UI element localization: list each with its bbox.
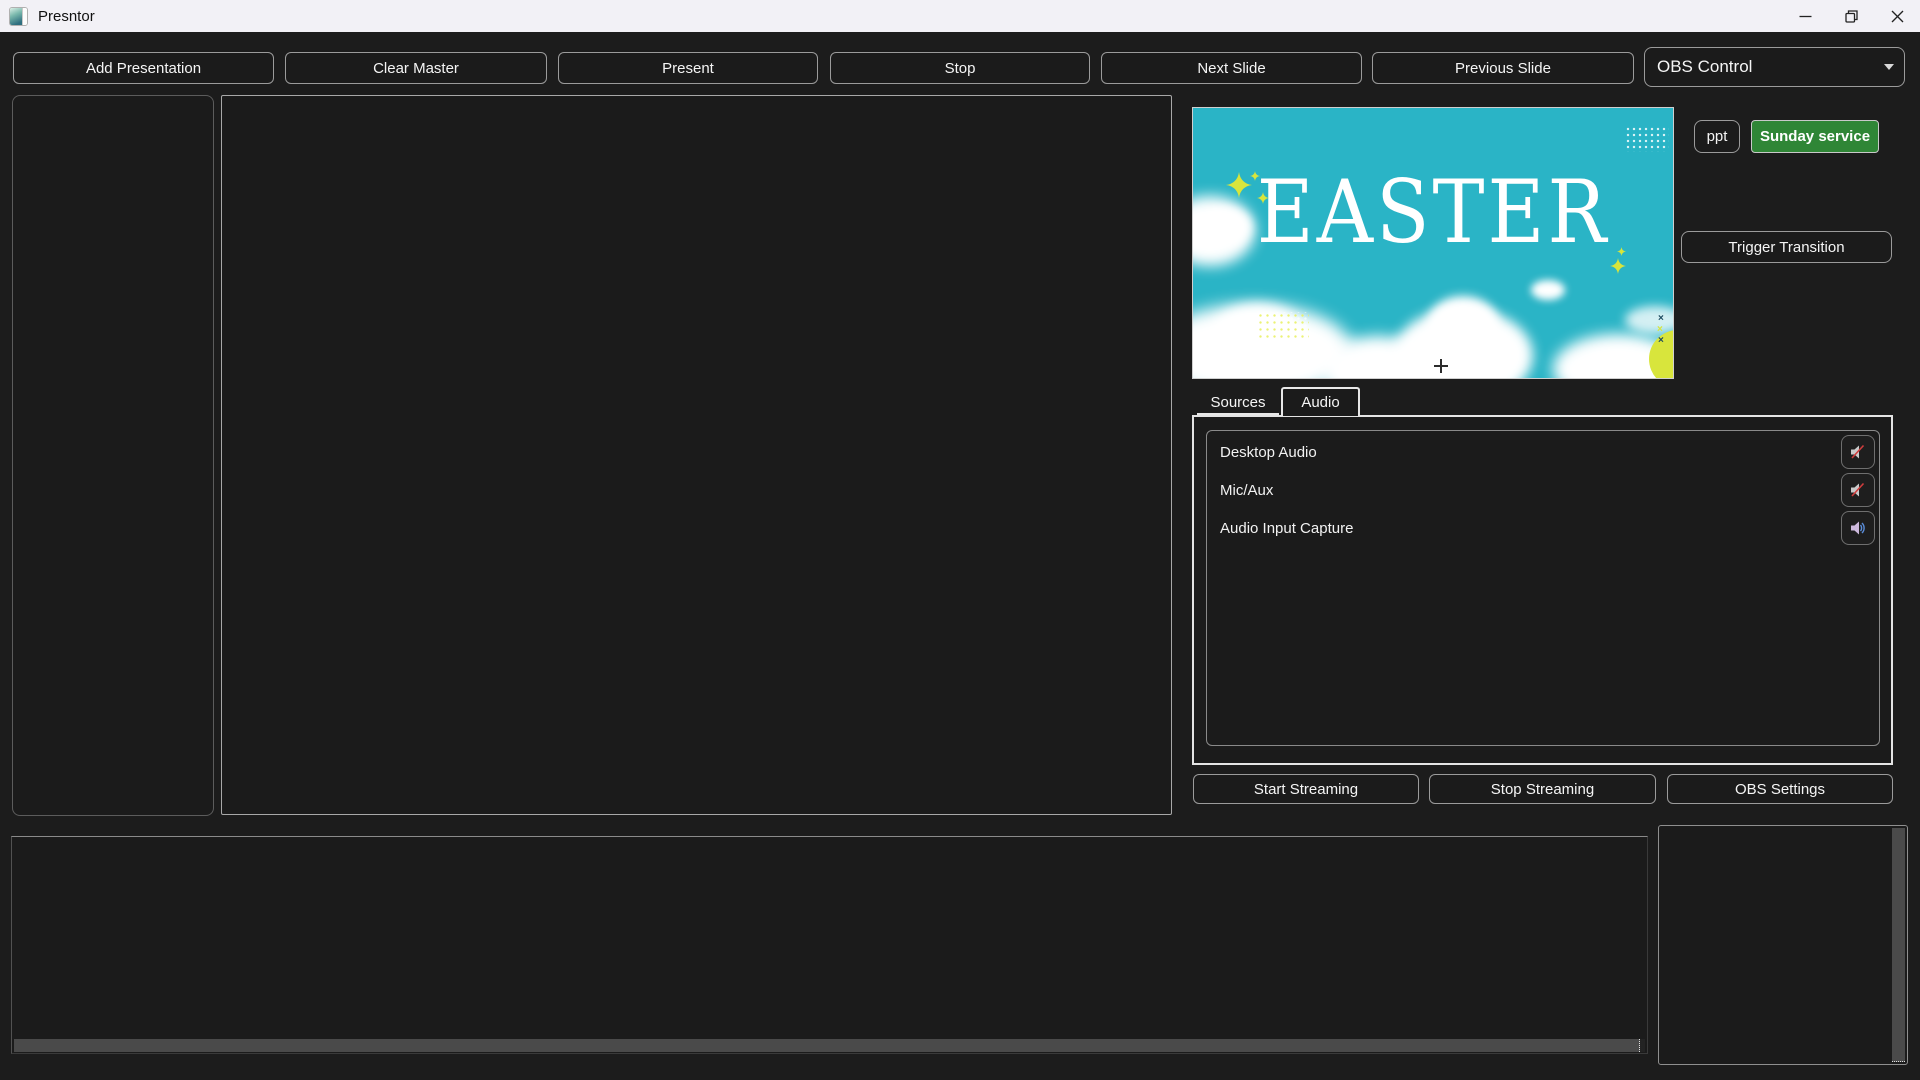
cloud-shape [1428, 296, 1498, 351]
presentation-type-badge[interactable]: ppt [1694, 120, 1740, 153]
trigger-transition-button[interactable]: Trigger Transition [1681, 231, 1892, 263]
horizontal-scrollbar-thumb[interactable] [14, 1039, 1640, 1052]
sparkle-icon [1617, 247, 1626, 256]
dot-grid-decoration [1257, 312, 1309, 342]
add-presentation-button[interactable]: Add Presentation [13, 52, 274, 84]
start-streaming-button[interactable]: Start Streaming [1193, 774, 1419, 804]
audio-source-list[interactable]: Desktop Audio Mic/Aux Audio Input Captur… [1206, 430, 1880, 746]
slide-title-text: EASTER [1193, 169, 1673, 256]
restore-icon [1845, 10, 1858, 23]
cloud-shape [1531, 280, 1565, 300]
tab-sources[interactable]: Sources [1197, 391, 1279, 415]
speaker-icon [1850, 520, 1866, 536]
next-slide-button[interactable]: Next Slide [1101, 52, 1362, 84]
sparkle-icon [1257, 192, 1269, 204]
x-decoration: × [1658, 314, 1664, 324]
audio-source-row[interactable]: Mic/Aux [1207, 471, 1879, 509]
muted-speaker-icon [1850, 482, 1866, 498]
window-controls [1782, 0, 1920, 32]
close-icon [1891, 10, 1904, 23]
horizontal-scrollbar[interactable] [14, 1039, 1645, 1052]
present-button[interactable]: Present [558, 52, 818, 84]
x-decoration: × [1658, 336, 1664, 346]
playlist-badge[interactable]: Sunday service [1751, 120, 1879, 153]
app-icon [9, 7, 28, 26]
tab-audio[interactable]: Audio [1281, 387, 1360, 416]
mute-toggle-button[interactable] [1841, 511, 1875, 545]
window-title: Presntor [38, 8, 95, 25]
slide-view-panel[interactable] [221, 95, 1172, 815]
audio-source-name: Audio Input Capture [1220, 520, 1353, 537]
bottom-content-panel[interactable] [11, 836, 1648, 1054]
obs-control-label: OBS Control [1657, 57, 1752, 77]
stop-button[interactable]: Stop [830, 52, 1090, 84]
audio-source-row[interactable]: Desktop Audio [1207, 433, 1879, 471]
audio-source-name: Mic/Aux [1220, 482, 1273, 499]
obs-preview-image[interactable]: EASTER × × × [1192, 107, 1674, 379]
audio-source-name: Desktop Audio [1220, 444, 1317, 461]
vertical-scrollbar-thumb[interactable] [1892, 828, 1905, 1062]
sparkle-icon [1610, 258, 1626, 274]
title-bar: Presntor [0, 0, 1920, 32]
minimize-icon [1799, 10, 1812, 23]
mute-toggle-button[interactable] [1841, 473, 1875, 507]
close-button[interactable] [1874, 0, 1920, 32]
sparkle-icon [1226, 172, 1252, 198]
muted-speaker-icon [1850, 444, 1866, 460]
sparkle-icon [1250, 171, 1260, 181]
chevron-down-icon [1884, 64, 1894, 70]
dot-grid-decoration [1625, 126, 1669, 152]
minimize-button[interactable] [1782, 0, 1828, 32]
previous-slide-button[interactable]: Previous Slide [1372, 52, 1634, 84]
restore-button[interactable] [1828, 0, 1874, 32]
mute-toggle-button[interactable] [1841, 435, 1875, 469]
obs-settings-button[interactable]: OBS Settings [1667, 774, 1893, 804]
presentation-list-panel[interactable] [12, 95, 214, 816]
clear-master-button[interactable]: Clear Master [285, 52, 547, 84]
plus-cursor-icon [1433, 358, 1449, 374]
audio-mixer-pane: Desktop Audio Mic/Aux Audio Input Captur… [1192, 415, 1893, 765]
x-decoration: × [1657, 325, 1663, 335]
audio-source-row[interactable]: Audio Input Capture [1207, 509, 1879, 547]
bottom-side-panel[interactable] [1658, 825, 1908, 1065]
stop-streaming-button[interactable]: Stop Streaming [1429, 774, 1656, 804]
obs-control-dropdown[interactable]: OBS Control [1644, 47, 1905, 87]
